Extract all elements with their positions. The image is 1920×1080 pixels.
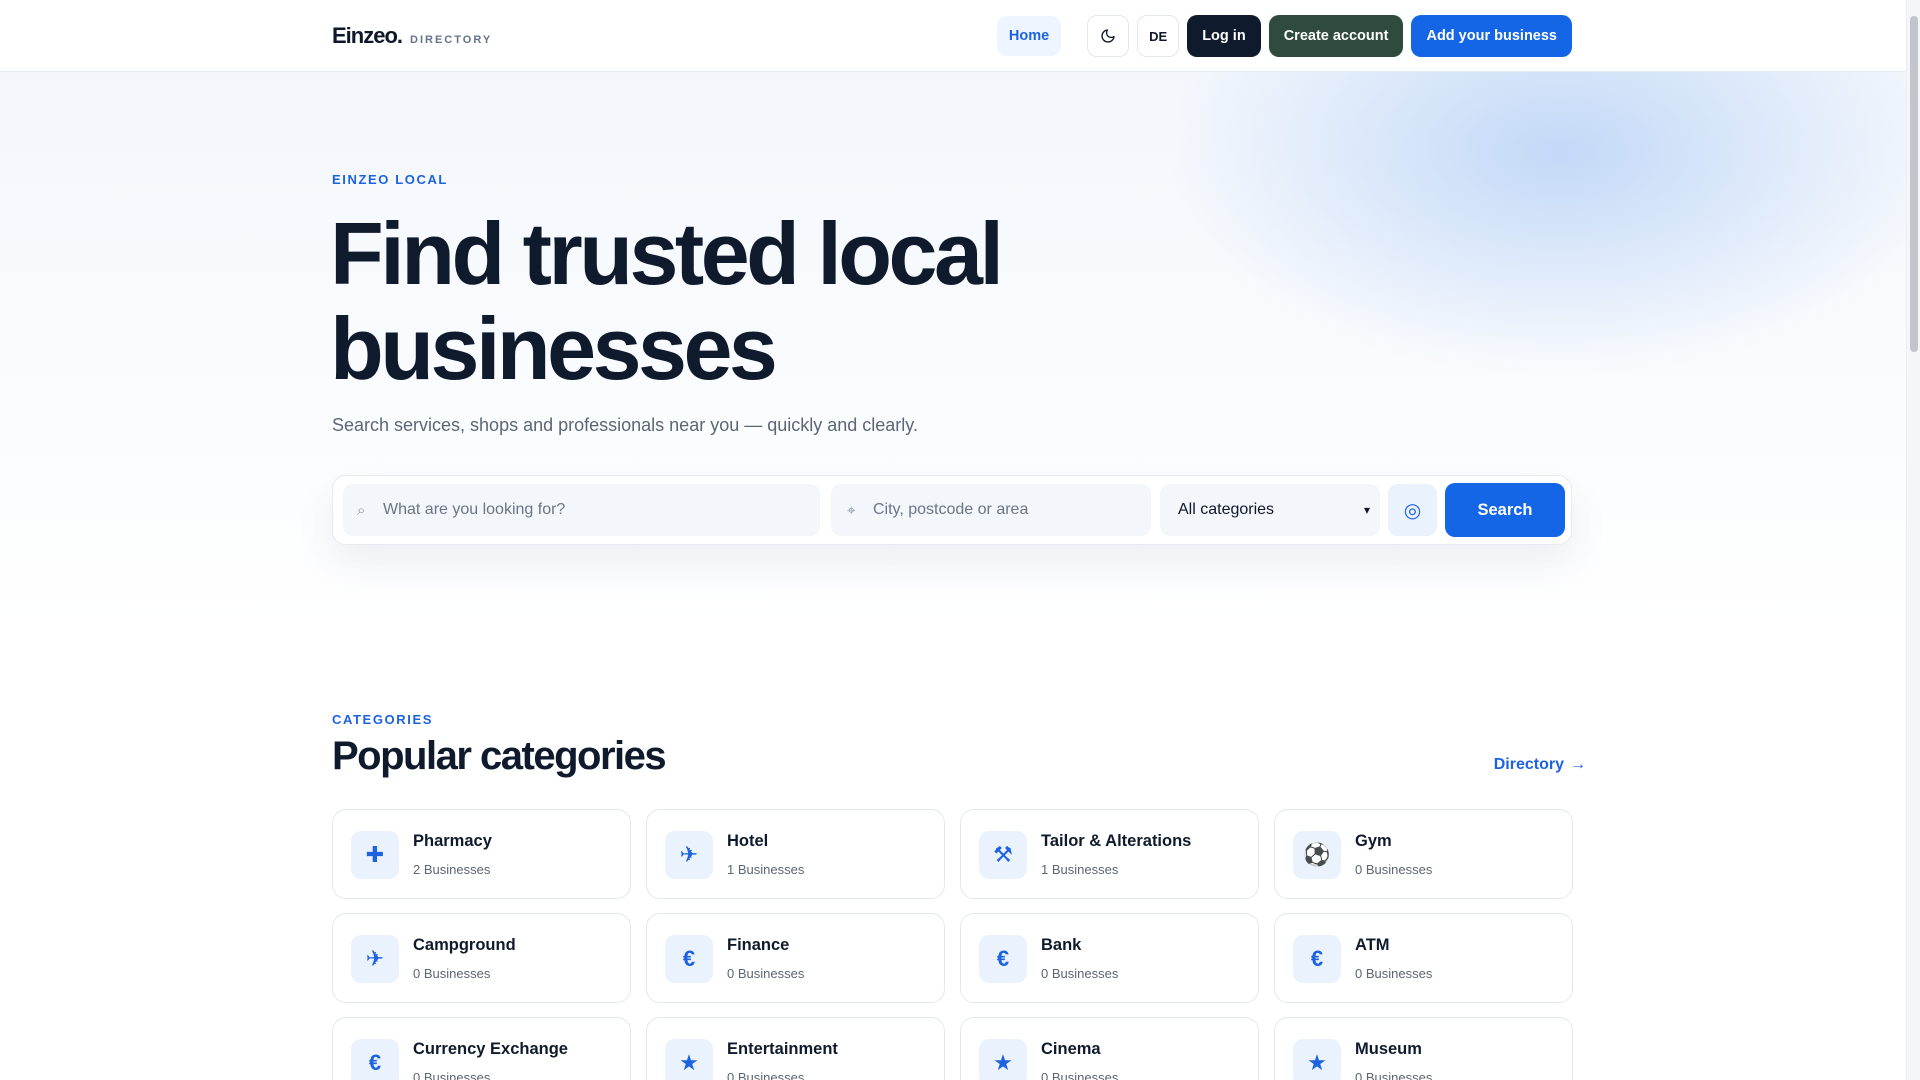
tools-icon: ⚒ <box>979 831 1027 879</box>
category-card[interactable]: ★ Cinema 0 Businesses <box>960 1017 1259 1080</box>
hero-title-line-1: Find trusted local <box>330 204 1004 303</box>
category-name: Finance <box>727 936 790 954</box>
search-button[interactable]: Search <box>1445 483 1565 537</box>
chevron-down-icon: ▾ <box>1363 503 1370 517</box>
category-grid: ✚ Pharmacy 2 Businesses ✈ Hotel 1 Businesses ⚒… <box>332 809 1573 1080</box>
category-card[interactable]: € Currency Exchange 0 Businesses <box>332 1017 631 1080</box>
category-name: Gym <box>1355 832 1392 850</box>
categories-eyebrow: CATEGORIES <box>332 712 433 727</box>
search-what-input[interactable] <box>383 484 820 536</box>
search-bar: ⌕ ⌖ All categories ▾ ◎ Search <box>332 475 1572 545</box>
category-name: Hotel <box>727 832 769 850</box>
hero-title-line-2: businesses <box>330 299 778 398</box>
star-icon: ★ <box>665 1039 713 1080</box>
home-link[interactable]: Home <box>996 16 1062 56</box>
header-nav: Home DE Log in Create account Add your b… <box>996 15 1572 57</box>
category-card[interactable]: ✈ Hotel 1 Businesses <box>646 809 945 899</box>
soccer-ball-icon: ⚽ <box>1293 831 1341 879</box>
category-name: Currency Exchange <box>413 1040 568 1058</box>
brand-name: Einzeo. <box>332 23 403 48</box>
category-business-count: 1 Businesses <box>727 862 805 877</box>
categories-title: Popular categories <box>332 734 667 778</box>
category-name: Entertainment <box>727 1040 838 1058</box>
search-what-field: ⌕ <box>343 484 820 536</box>
category-business-count: 0 Businesses <box>413 1070 491 1080</box>
category-card[interactable]: ★ Entertainment 0 Businesses <box>646 1017 945 1080</box>
category-card[interactable]: ★ Museum 0 Businesses <box>1274 1017 1573 1080</box>
search-icon: ⌕ <box>357 501 366 519</box>
category-business-count: 0 Businesses <box>1041 966 1119 981</box>
category-card[interactable]: € Bank 0 Businesses <box>960 913 1259 1003</box>
search-location-input[interactable] <box>873 484 1151 536</box>
use-my-location-button[interactable]: ◎ <box>1388 484 1437 536</box>
category-card[interactable]: ⚒ Tailor & Alterations 1 Businesses <box>960 809 1259 899</box>
arrow-right-icon: → <box>1570 756 1586 773</box>
category-business-count: 0 Businesses <box>1355 1070 1433 1080</box>
category-name: Tailor & Alterations <box>1041 832 1192 850</box>
directory-link[interactable]: Directory → <box>1494 756 1586 774</box>
category-business-count: 0 Businesses <box>727 1070 805 1080</box>
category-name: Campground <box>413 936 516 954</box>
brand-tagline: DIRECTORY <box>410 34 493 46</box>
page: Einzeo. DIRECTORY Home DE Log in Create … <box>0 0 1920 1080</box>
category-name: Pharmacy <box>413 832 492 850</box>
category-select[interactable]: All categories ▾ <box>1160 484 1380 536</box>
euro-icon: € <box>1293 935 1341 983</box>
target-icon: ◎ <box>1403 499 1422 522</box>
category-select-value: All categories <box>1178 501 1275 518</box>
location-crosshair-icon: ⌖ <box>847 501 856 519</box>
category-card[interactable]: ✚ Pharmacy 2 Businesses <box>332 809 631 899</box>
search-where-field: ⌖ <box>831 484 1151 536</box>
airplane-icon: ✈ <box>351 935 399 983</box>
euro-icon: € <box>665 935 713 983</box>
euro-icon: € <box>351 1039 399 1080</box>
star-icon: ★ <box>1293 1039 1341 1080</box>
brand-logo[interactable]: Einzeo. DIRECTORY <box>332 23 492 49</box>
category-business-count: 0 Businesses <box>1355 862 1433 877</box>
top-navigation-bar: Einzeo. DIRECTORY Home DE Log in Create … <box>0 0 1906 72</box>
create-account-button[interactable]: Create account <box>1268 15 1404 57</box>
category-name: Cinema <box>1041 1040 1101 1058</box>
hero-subtitle: Search services, shops and professionals… <box>332 415 918 435</box>
language-switch-button[interactable]: DE <box>1137 15 1180 57</box>
airplane-icon: ✈ <box>665 831 713 879</box>
category-name: Bank <box>1041 936 1082 954</box>
category-business-count: 0 Businesses <box>1355 966 1433 981</box>
vertical-scrollbar[interactable] <box>1906 0 1920 1080</box>
category-business-count: 0 Businesses <box>727 966 805 981</box>
moon-icon <box>1101 29 1115 43</box>
scrollbar-thumb[interactable] <box>1910 16 1918 352</box>
plus-icon: ✚ <box>351 831 399 879</box>
hero-section: EINZEO LOCAL Find trusted local business… <box>0 72 1906 632</box>
category-card[interactable]: ⚽ Gym 0 Businesses <box>1274 809 1573 899</box>
theme-toggle-button[interactable] <box>1087 15 1130 57</box>
category-business-count: 2 Businesses <box>413 862 491 877</box>
category-business-count: 0 Businesses <box>413 966 491 981</box>
category-card[interactable]: € Finance 0 Businesses <box>646 913 945 1003</box>
euro-icon: € <box>979 935 1027 983</box>
login-button[interactable]: Log in <box>1187 15 1261 57</box>
category-business-count: 1 Businesses <box>1041 862 1119 877</box>
add-business-button[interactable]: Add your business <box>1411 15 1572 57</box>
category-business-count: 0 Businesses <box>1041 1070 1119 1080</box>
category-card[interactable]: € ATM 0 Businesses <box>1274 913 1573 1003</box>
category-name: ATM <box>1355 936 1390 954</box>
hero-eyebrow: EINZEO LOCAL <box>332 172 448 187</box>
star-icon: ★ <box>979 1039 1027 1080</box>
directory-link-label: Directory <box>1493 756 1564 773</box>
category-card[interactable]: ✈ Campground 0 Businesses <box>332 913 631 1003</box>
hero-title: Find trusted local businesses <box>330 206 1230 396</box>
category-name: Museum <box>1355 1040 1422 1058</box>
